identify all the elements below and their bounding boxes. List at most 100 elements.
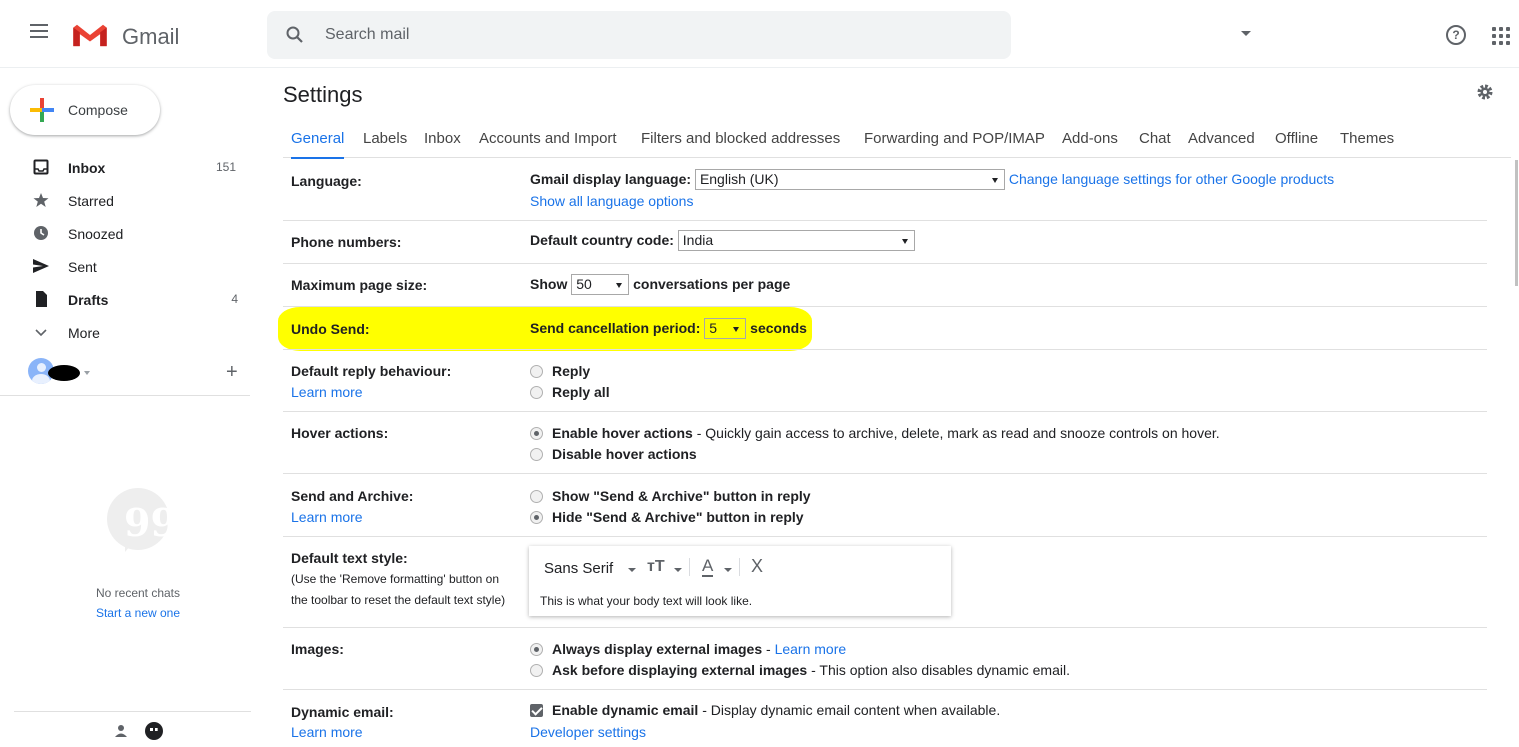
menu-icon[interactable] <box>30 24 48 44</box>
chevron-down-icon <box>35 329 47 337</box>
radio-button[interactable] <box>530 448 543 461</box>
status-caret-icon[interactable] <box>84 371 90 375</box>
learn-more-link[interactable]: Learn more <box>291 384 363 400</box>
redacted-username <box>48 365 80 381</box>
start-new-chat-link[interactable]: Start a new one <box>0 606 276 620</box>
always-display-images-option[interactable]: Always display external images - Learn m… <box>530 641 846 657</box>
search-input[interactable] <box>325 23 925 47</box>
gmail-wordmark[interactable]: Gmail <box>122 24 179 50</box>
sidebar-item-snoozed[interactable]: Snoozed <box>0 217 250 250</box>
setting-row-page-size: Maximum page size: Show 50 conversations… <box>283 264 1487 307</box>
show-all-languages-link[interactable]: Show all language options <box>530 193 693 209</box>
sidebar-item-starred[interactable]: Starred <box>0 184 250 217</box>
field-suffix: seconds <box>750 320 807 337</box>
font-caret-icon[interactable] <box>628 568 636 572</box>
sidebar-item-inbox[interactable]: Inbox 151 <box>0 151 250 184</box>
size-caret-icon[interactable] <box>674 568 682 572</box>
checkbox[interactable] <box>530 704 543 717</box>
tab-forwarding[interactable]: Forwarding and POP/IMAP <box>864 130 1045 147</box>
country-code-select[interactable]: India <box>677 230 915 251</box>
hide-send-archive-option[interactable]: Hide "Send & Archive" button in reply <box>530 509 804 525</box>
compose-plus-icon <box>30 98 54 122</box>
setting-label: Default text style: <box>291 550 408 566</box>
settings-table: Language: Gmail display language: Englis… <box>283 159 1487 747</box>
sidebar-item-label: Drafts <box>68 292 109 308</box>
gmail-logo-icon[interactable] <box>70 22 110 48</box>
option-label: Reply <box>552 363 591 379</box>
search-options-caret-icon[interactable] <box>1241 31 1251 36</box>
radio-button[interactable] <box>530 365 543 378</box>
font-size-icon[interactable]: тТ <box>647 558 665 576</box>
sidebar-item-drafts[interactable]: Drafts 4 <box>0 283 250 316</box>
reply-option[interactable]: Reply <box>530 363 590 379</box>
learn-more-link[interactable]: Learn more <box>775 641 847 657</box>
file-icon <box>36 291 47 307</box>
learn-more-link[interactable]: Learn more <box>291 724 363 740</box>
disable-hover-option[interactable]: Disable hover actions <box>530 446 697 462</box>
scrollbar[interactable] <box>1515 160 1518 286</box>
setting-label: Images: <box>291 641 344 657</box>
phone-cell: Default country code: India <box>530 230 915 251</box>
developer-settings-link[interactable]: Developer settings <box>530 724 646 740</box>
setting-label: Maximum page size: <box>291 277 428 293</box>
setting-row-undo-send: Undo Send: Send cancellation period: 5 s… <box>283 307 1487 350</box>
tab-themes[interactable]: Themes <box>1340 130 1394 147</box>
radio-button[interactable] <box>530 664 543 677</box>
show-send-archive-option[interactable]: Show "Send & Archive" button in reply <box>530 488 811 504</box>
tab-add-ons[interactable]: Add-ons <box>1062 130 1118 147</box>
sidebar-item-more[interactable]: More <box>0 316 250 349</box>
option-description: - Quickly gain access to archive, delete… <box>696 425 1220 441</box>
person-icon[interactable] <box>114 724 128 738</box>
radio-button[interactable] <box>530 511 543 524</box>
search-bar[interactable] <box>267 11 1251 59</box>
tab-chat[interactable]: Chat <box>1139 130 1171 147</box>
ask-before-images-option[interactable]: Ask before displaying external images - … <box>530 662 1070 678</box>
tab-accounts-and-import[interactable]: Accounts and Import <box>479 130 617 147</box>
unread-count: 151 <box>215 160 236 174</box>
hangouts-icon[interactable] <box>145 722 163 740</box>
select-value: India <box>682 232 714 248</box>
color-caret-icon[interactable] <box>724 568 732 572</box>
search-icon[interactable] <box>285 25 305 45</box>
reply-all-option[interactable]: Reply all <box>530 384 610 400</box>
option-description: - This option also disables dynamic emai… <box>811 662 1070 678</box>
radio-button[interactable] <box>530 490 543 503</box>
tab-advanced[interactable]: Advanced <box>1188 130 1255 147</box>
separator: - <box>766 641 771 657</box>
page-size-select[interactable]: 50 <box>571 274 630 295</box>
draft-count: 4 <box>231 292 238 306</box>
help-icon[interactable]: ? <box>1446 25 1466 45</box>
remove-formatting-icon[interactable]: X <box>751 556 763 577</box>
tab-offline[interactable]: Offline <box>1275 130 1318 147</box>
tab-general[interactable]: General <box>291 130 345 159</box>
gear-icon[interactable] <box>1476 83 1494 101</box>
setting-row-images: Images: Always display external images -… <box>283 628 1487 690</box>
font-family-dropdown[interactable]: Sans Serif <box>544 560 613 577</box>
field-label: Gmail display language: <box>530 171 692 188</box>
radio-button[interactable] <box>530 386 543 399</box>
cancellation-period-select[interactable]: 5 <box>704 318 747 339</box>
tab-filters[interactable]: Filters and blocked addresses <box>641 130 840 147</box>
tab-inbox[interactable]: Inbox <box>424 130 461 147</box>
language-select[interactable]: English (UK) <box>694 169 1005 190</box>
radio-button[interactable] <box>530 427 543 440</box>
enable-hover-option[interactable]: Enable hover actions - Quickly gain acce… <box>530 425 1220 441</box>
sidebar-item-sent[interactable]: Sent <box>0 250 250 283</box>
radio-button[interactable] <box>530 643 543 656</box>
select-value: 5 <box>709 320 718 336</box>
compose-button[interactable]: Compose <box>10 85 160 135</box>
enable-dynamic-email-option[interactable]: Enable dynamic email - Display dynamic e… <box>530 702 1000 718</box>
compose-label: Compose <box>68 102 128 118</box>
toolbar-divider <box>689 558 690 576</box>
sidebar-item-label: More <box>68 325 100 341</box>
setting-label: Send and Archive: <box>291 488 414 504</box>
field-label: Default country code: <box>530 232 674 249</box>
new-chat-plus-icon[interactable]: + <box>226 361 238 384</box>
apps-icon[interactable] <box>1492 27 1510 45</box>
learn-more-link[interactable]: Learn more <box>291 509 363 525</box>
change-language-link[interactable]: Change language settings for other Googl… <box>1009 171 1334 187</box>
tab-labels[interactable]: Labels <box>363 130 407 147</box>
option-label: Reply all <box>552 384 610 400</box>
text-color-icon[interactable]: A <box>702 557 714 577</box>
undo-send-cell: Send cancellation period: 5 seconds <box>530 318 807 339</box>
